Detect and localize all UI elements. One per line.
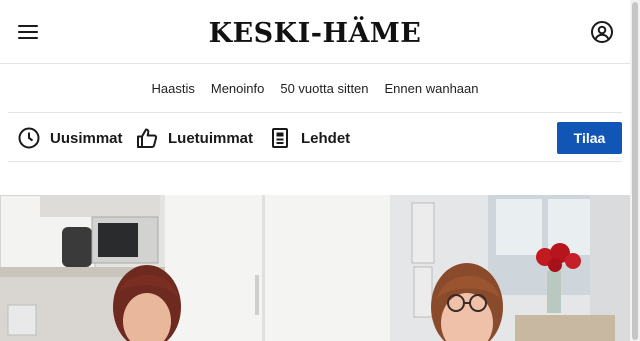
clock-icon <box>18 127 40 149</box>
nav-link-ennen-wanhaan[interactable]: Ennen wanhaan <box>385 81 479 96</box>
nav-link-50-vuotta-sitten[interactable]: 50 vuotta sitten <box>280 81 368 96</box>
site-logo[interactable]: KESKI-HÄME <box>160 16 470 52</box>
newspaper-icon <box>272 128 288 148</box>
thumbs-up-icon <box>137 128 158 148</box>
luetuimmat-link[interactable]: Luetuimmat <box>135 126 253 150</box>
article-hero-image[interactable] <box>0 195 630 341</box>
user-account-icon[interactable] <box>590 20 614 44</box>
luetuimmat-label: Luetuimmat <box>168 129 254 147</box>
uusimmat-link[interactable]: Uusimmat <box>17 126 123 150</box>
vertical-scrollbar[interactable] <box>630 0 640 341</box>
scrollbar-thumb[interactable] <box>632 2 638 340</box>
nav-link-haastis[interactable]: Haastis <box>152 81 195 96</box>
site-header: KESKI-HÄME <box>0 0 630 64</box>
section-nav: Haastis Menoinfo 50 vuotta sitten Ennen … <box>0 65 630 113</box>
hero-photo <box>0 195 630 341</box>
nav-link-menoinfo[interactable]: Menoinfo <box>211 81 264 96</box>
hamburger-menu-icon[interactable] <box>18 23 38 41</box>
lehdet-label: Lehdet <box>301 129 351 147</box>
quick-links-bar: Uusimmat Luetuimmat Lehdet Tilaa <box>8 114 622 162</box>
uusimmat-label: Uusimmat <box>50 129 123 147</box>
subscribe-button[interactable]: Tilaa <box>557 122 622 154</box>
lehdet-link[interactable]: Lehdet <box>268 126 350 150</box>
